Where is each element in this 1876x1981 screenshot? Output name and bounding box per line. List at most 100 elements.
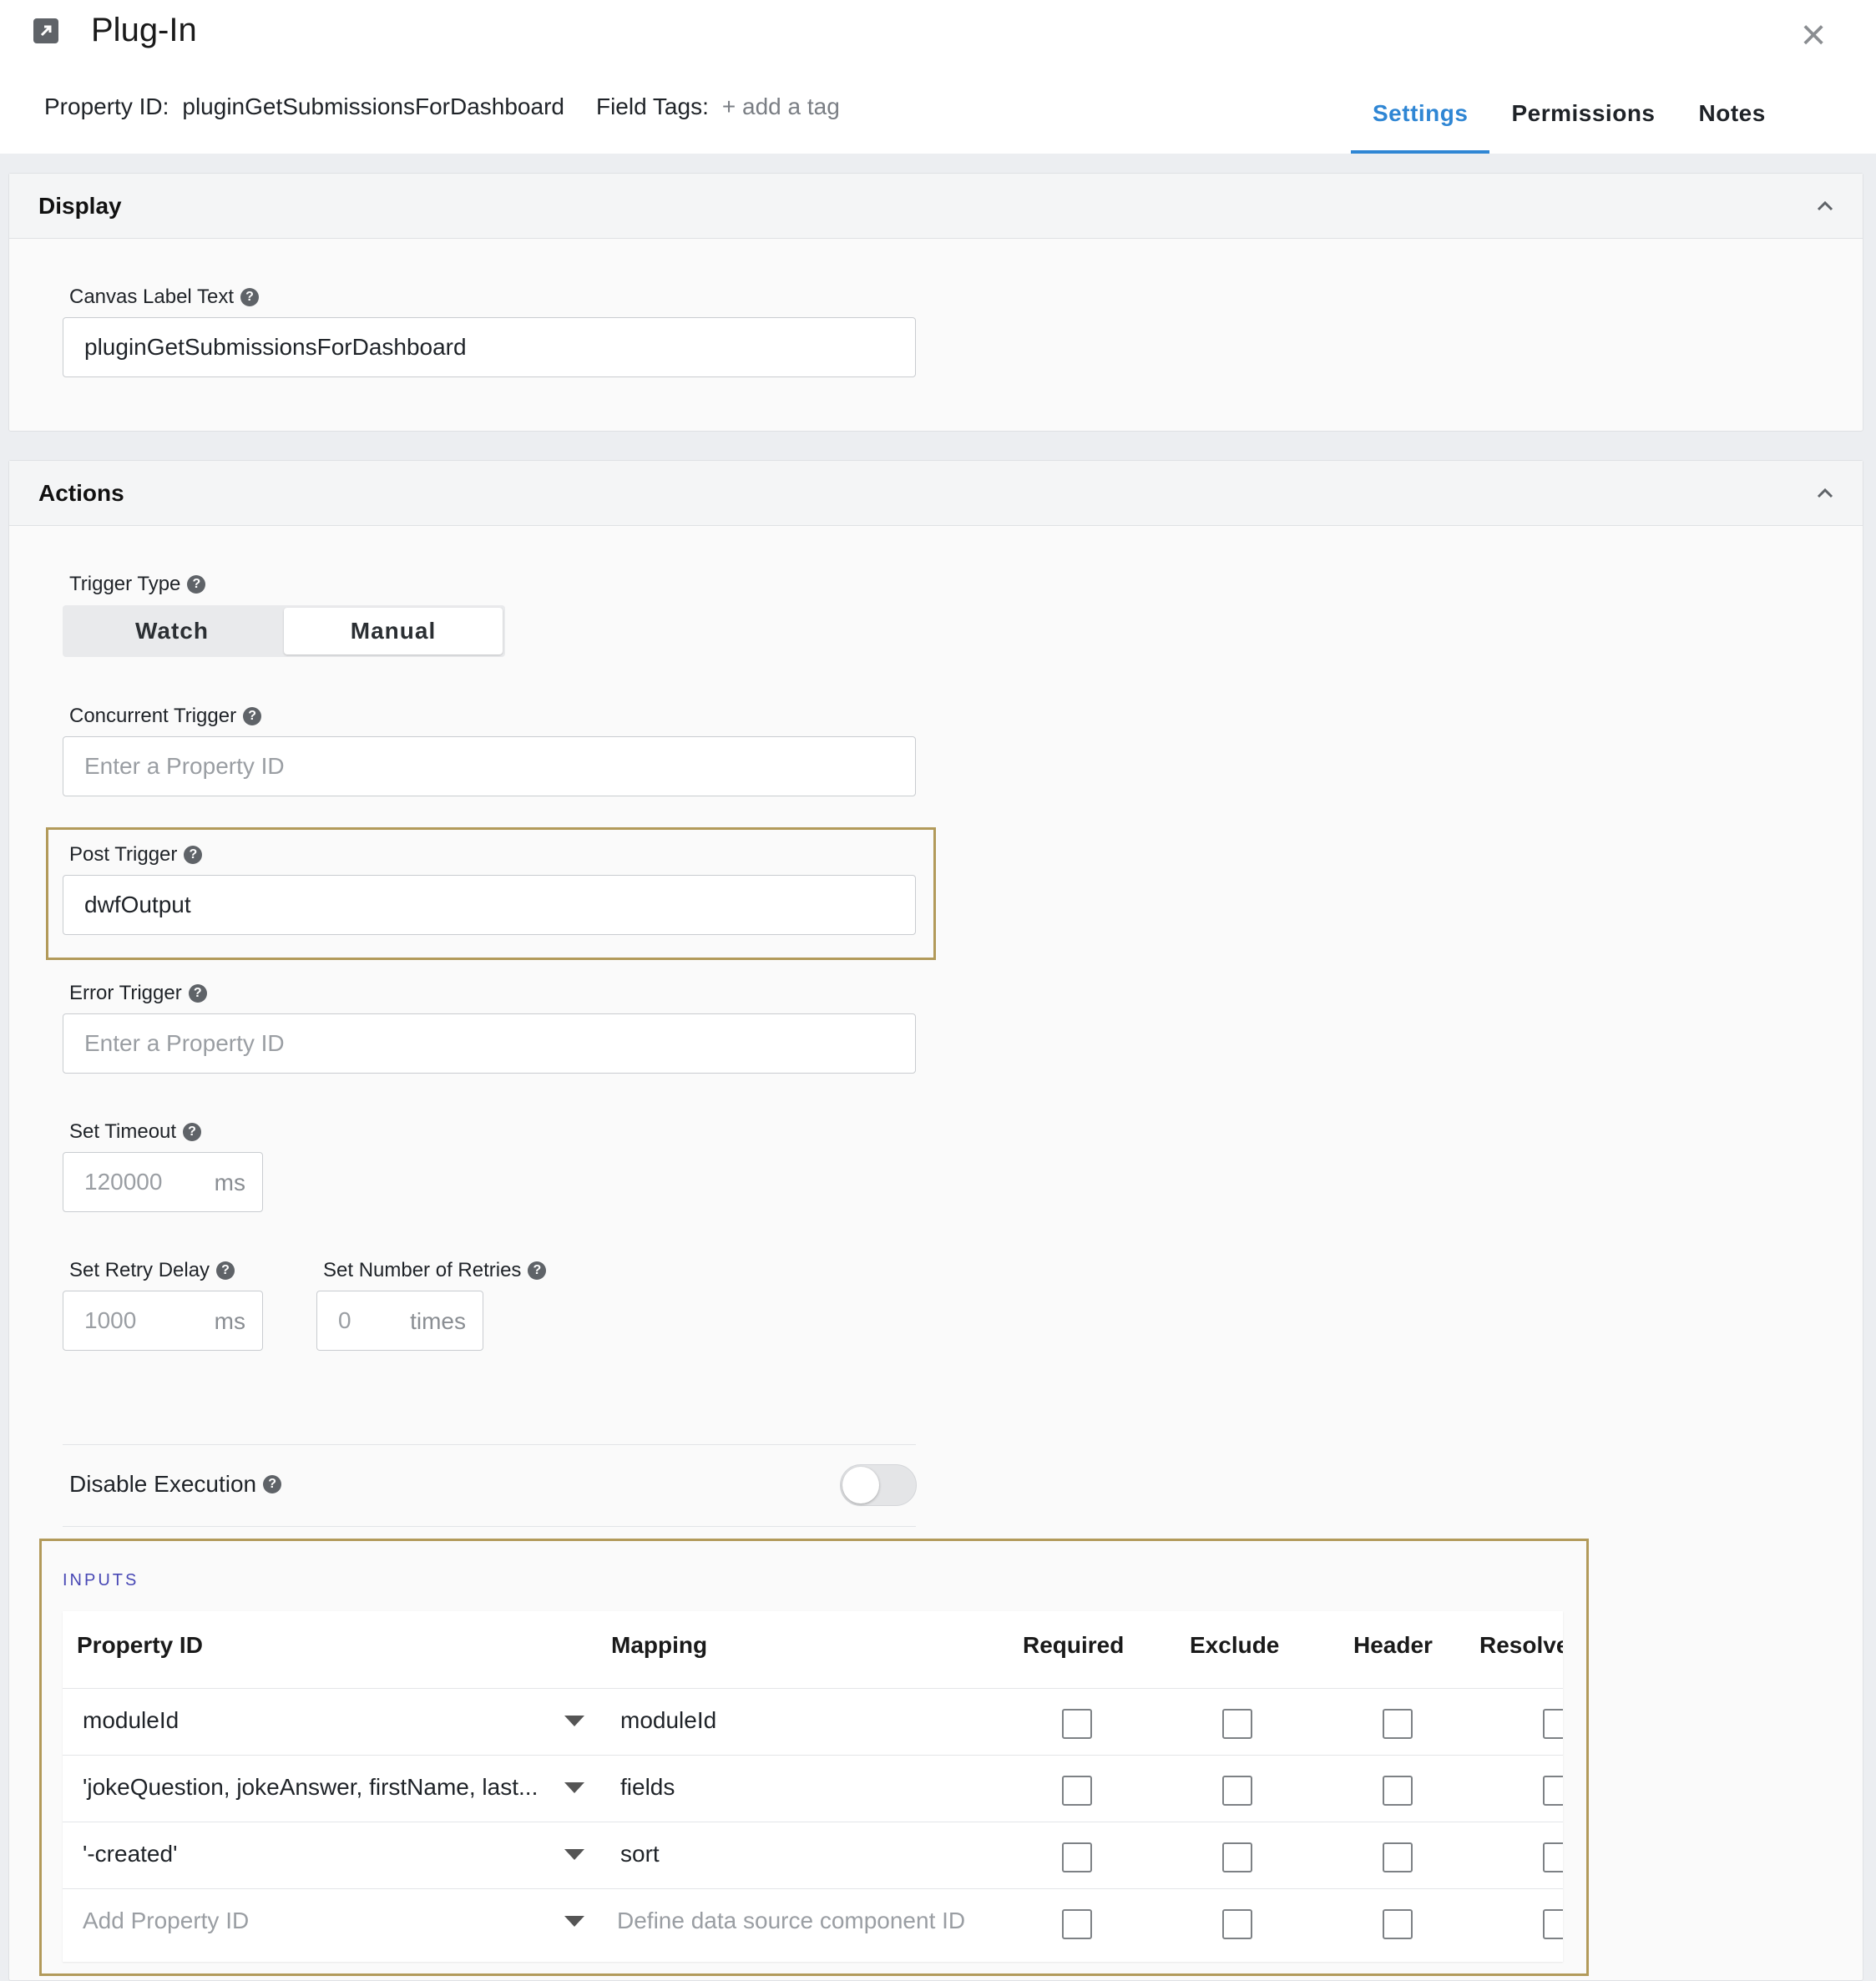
required-checkbox[interactable] <box>1062 1776 1092 1806</box>
add-tag-link[interactable]: + add a tag <box>722 93 840 120</box>
dropdown-caret-icon[interactable] <box>564 1716 584 1726</box>
post-trigger-label: Post Trigger ? <box>69 843 203 867</box>
inputs-section-label: INPUTS <box>63 1571 139 1589</box>
exclude-checkbox[interactable] <box>1222 1776 1252 1806</box>
set-timeout-placeholder: 120000 <box>84 1169 163 1195</box>
retries-placeholder: 0 <box>338 1307 351 1333</box>
resolve-checkbox[interactable] <box>1543 1842 1563 1872</box>
header-checkbox[interactable] <box>1383 1909 1413 1939</box>
row-property-id[interactable]: 'jokeQuestion, jokeAnswer, firstName, la… <box>83 1774 550 1801</box>
error-trigger-label-text: Error Trigger <box>69 982 182 1004</box>
toggle-knob <box>842 1467 879 1503</box>
external-link-icon <box>33 18 58 43</box>
canvas-label-text-value: pluginGetSubmissionsForDashboard <box>84 334 467 360</box>
exclude-checkbox[interactable] <box>1222 1842 1252 1872</box>
dropdown-caret-icon[interactable] <box>564 1849 584 1860</box>
row-property-id[interactable]: moduleId <box>83 1707 550 1734</box>
retries-label-text: Set Number of Retries <box>323 1259 522 1281</box>
concurrent-trigger-input[interactable]: Enter a Property ID <box>63 736 916 796</box>
post-trigger-input[interactable]: dwfOutput <box>63 875 916 935</box>
inputs-table: Property ID Mapping Required Exclude Hea… <box>63 1611 1563 1962</box>
col-header-resolve: Resolve <box>1479 1632 1563 1658</box>
tab-bar: Settings Permissions Notes <box>1351 93 1788 154</box>
table-row: '-created' sort <box>63 1822 1563 1888</box>
canvas-label-text-input[interactable]: pluginGetSubmissionsForDashboard <box>63 317 916 377</box>
divider <box>63 1526 916 1527</box>
col-header-mapping: Mapping <box>611 1632 708 1658</box>
disable-execution-label-text: Disable Execution <box>69 1471 257 1497</box>
divider <box>63 1444 916 1445</box>
retry-delay-label: Set Retry Delay ? <box>69 1259 235 1282</box>
trigger-watch-button[interactable]: Watch <box>63 605 281 657</box>
exclude-checkbox[interactable] <box>1222 1709 1252 1739</box>
help-icon[interactable]: ? <box>528 1261 547 1280</box>
property-info-row: Property ID: pluginGetSubmissionsForDash… <box>44 93 840 120</box>
close-icon[interactable]: × <box>1795 13 1832 57</box>
row-mapping[interactable]: moduleId <box>620 1707 988 1734</box>
dialog-title: Plug-In <box>91 12 197 48</box>
help-icon[interactable]: ? <box>243 707 262 725</box>
dialog-header: Plug-In × Property ID: pluginGetSubmissi… <box>0 0 1876 154</box>
trigger-type-label: Trigger Type ? <box>69 573 206 596</box>
retry-delay-input[interactable]: 1000 ms <box>63 1291 263 1351</box>
required-checkbox[interactable] <box>1062 1842 1092 1872</box>
resolve-checkbox[interactable] <box>1543 1709 1563 1739</box>
retry-delay-label-text: Set Retry Delay <box>69 1259 210 1281</box>
dropdown-caret-icon[interactable] <box>564 1916 584 1927</box>
disable-execution-toggle[interactable] <box>840 1464 917 1506</box>
table-row: moduleId moduleId <box>63 1688 1563 1755</box>
post-trigger-label-text: Post Trigger <box>69 843 178 866</box>
header-checkbox[interactable] <box>1383 1842 1413 1872</box>
display-section-title: Display <box>38 192 122 219</box>
trigger-manual-button[interactable]: Manual <box>284 608 503 654</box>
header-checkbox[interactable] <box>1383 1776 1413 1806</box>
retry-delay-placeholder: 1000 <box>84 1307 137 1333</box>
help-icon[interactable]: ? <box>187 575 206 594</box>
col-header-header: Header <box>1353 1632 1433 1658</box>
exclude-checkbox[interactable] <box>1222 1909 1252 1939</box>
resolve-checkbox[interactable] <box>1543 1776 1563 1806</box>
col-header-required: Required <box>1023 1632 1125 1658</box>
actions-section-header[interactable]: Actions <box>9 461 1863 526</box>
set-timeout-label-text: Set Timeout <box>69 1120 177 1143</box>
row-property-id[interactable]: '-created' <box>83 1841 550 1867</box>
row-mapping[interactable]: sort <box>620 1841 988 1867</box>
concurrent-trigger-label: Concurrent Trigger ? <box>69 705 262 728</box>
help-icon[interactable]: ? <box>183 1123 202 1141</box>
actions-section-title: Actions <box>38 479 124 506</box>
help-icon[interactable]: ? <box>216 1261 235 1280</box>
define-data-source-input[interactable]: Define data source component ID <box>617 1908 1018 1934</box>
help-icon[interactable]: ? <box>184 846 203 864</box>
display-section-header[interactable]: Display <box>9 174 1863 239</box>
error-trigger-input[interactable]: Enter a Property ID <box>63 1013 916 1074</box>
property-id-label: Property ID: <box>44 93 169 119</box>
col-header-exclude: Exclude <box>1190 1632 1280 1658</box>
tab-notes[interactable]: Notes <box>1677 93 1788 154</box>
retries-input[interactable]: 0 times <box>316 1291 483 1351</box>
help-icon[interactable]: ? <box>263 1475 282 1493</box>
tab-settings[interactable]: Settings <box>1351 93 1490 154</box>
tab-permissions[interactable]: Permissions <box>1489 93 1676 154</box>
set-timeout-input[interactable]: 120000 ms <box>63 1152 263 1212</box>
set-timeout-label: Set Timeout ? <box>69 1120 202 1144</box>
concurrent-trigger-label-text: Concurrent Trigger <box>69 705 237 727</box>
required-checkbox[interactable] <box>1062 1709 1092 1739</box>
chevron-up-icon[interactable] <box>1816 484 1834 503</box>
post-trigger-value: dwfOutput <box>84 892 191 917</box>
disable-execution-label: Disable Execution ? <box>69 1471 282 1498</box>
help-icon[interactable]: ? <box>240 288 260 306</box>
add-property-id-input[interactable]: Add Property ID <box>83 1908 550 1934</box>
table-row-new: Add Property ID Define data source compo… <box>63 1888 1563 1955</box>
field-tags-label: Field Tags: <box>595 93 709 119</box>
concurrent-trigger-placeholder: Enter a Property ID <box>84 753 285 779</box>
resolve-checkbox[interactable] <box>1543 1909 1563 1939</box>
display-section: Display <box>8 173 1863 432</box>
table-row: 'jokeQuestion, jokeAnswer, firstName, la… <box>63 1755 1563 1822</box>
header-checkbox[interactable] <box>1383 1709 1413 1739</box>
required-checkbox[interactable] <box>1062 1909 1092 1939</box>
dropdown-caret-icon[interactable] <box>564 1782 584 1793</box>
row-mapping[interactable]: fields <box>620 1774 988 1801</box>
chevron-up-icon[interactable] <box>1816 197 1834 215</box>
help-icon[interactable]: ? <box>188 984 207 1003</box>
canvas-label-text-label: Canvas Label Text ? <box>69 286 260 309</box>
